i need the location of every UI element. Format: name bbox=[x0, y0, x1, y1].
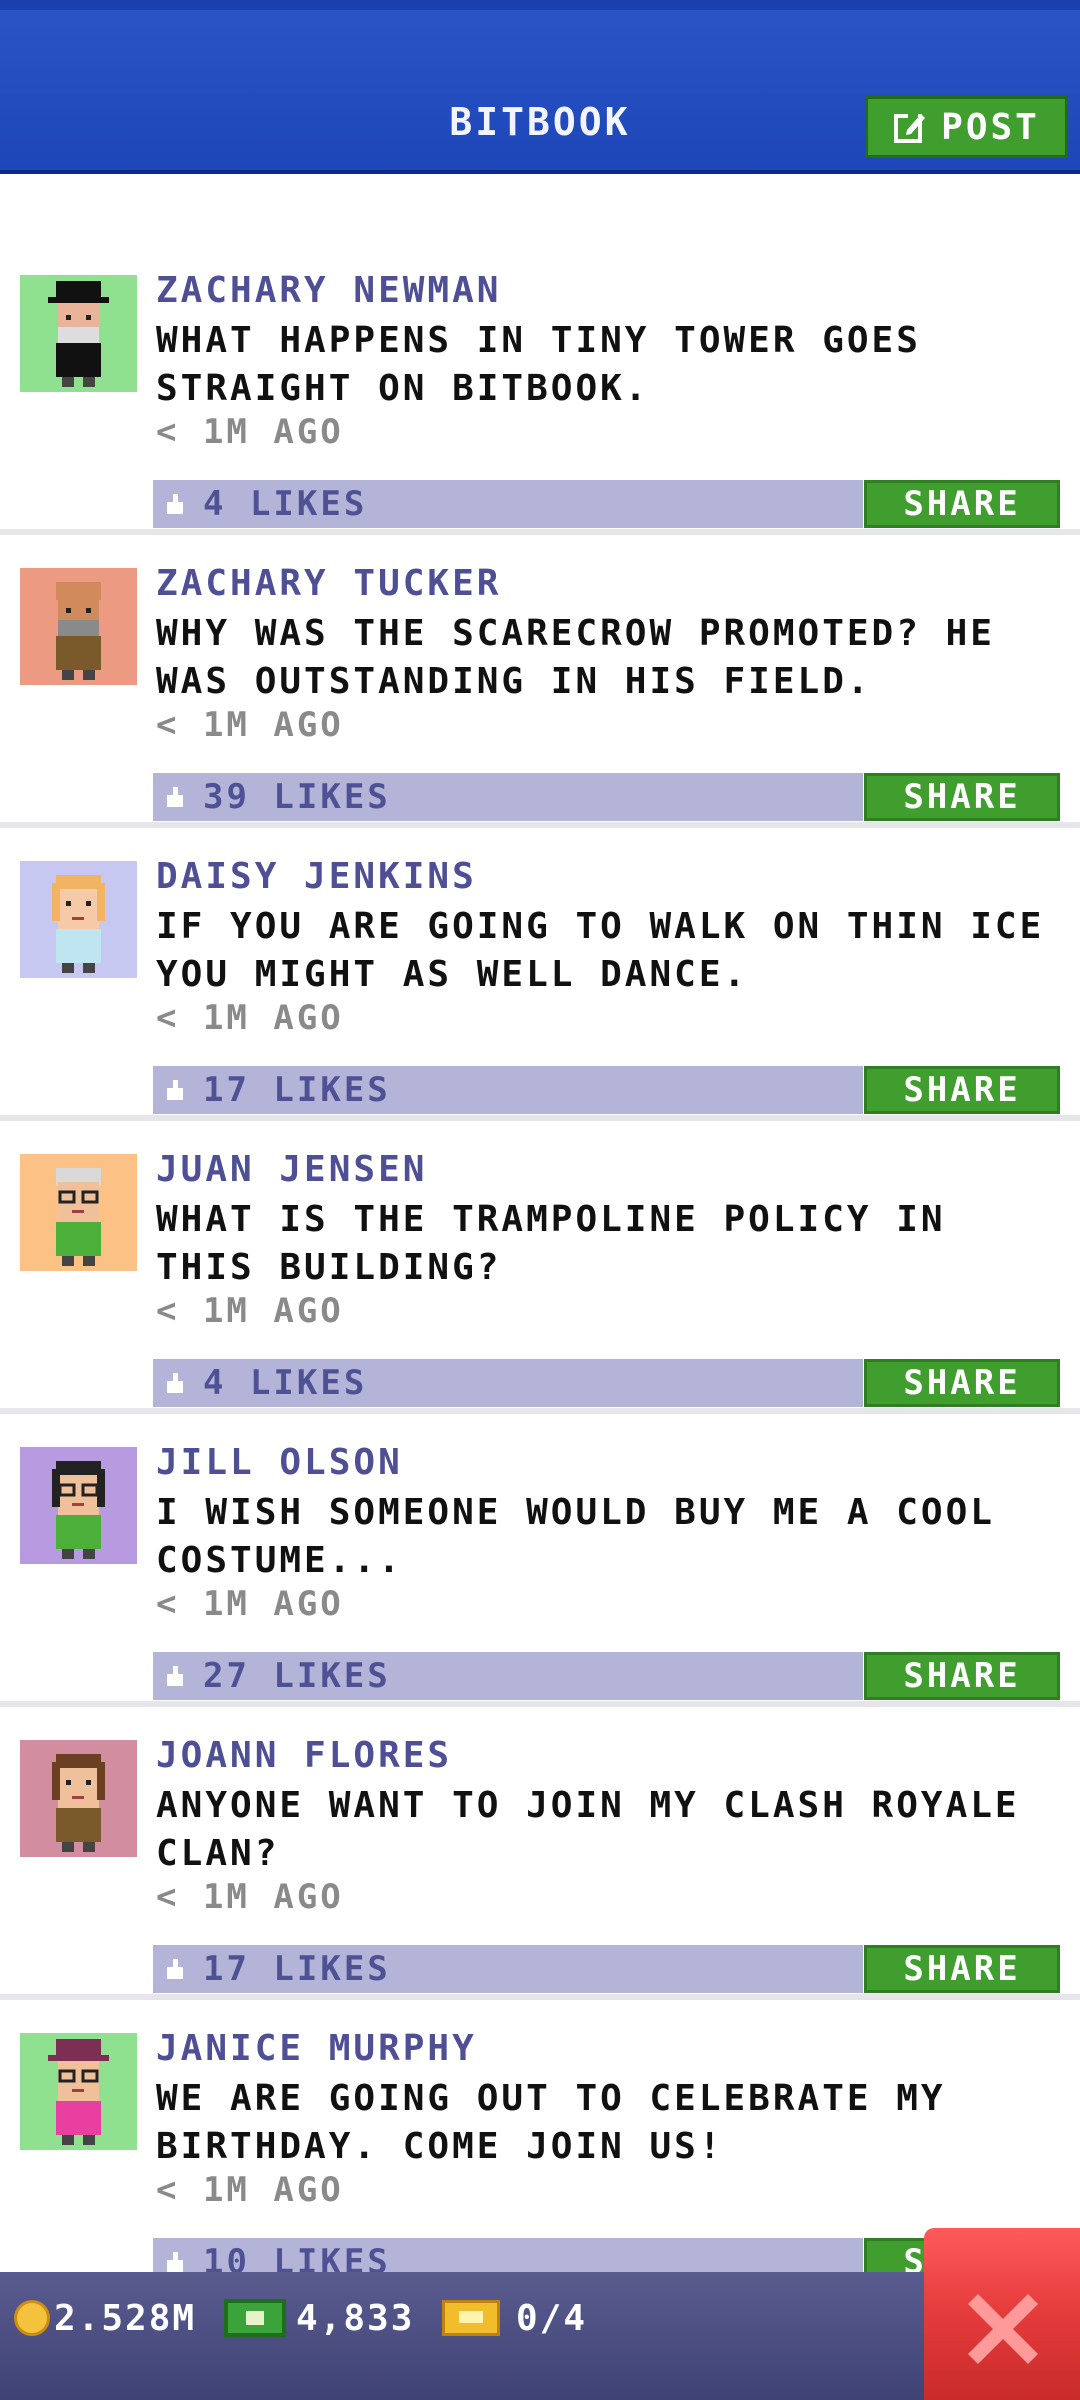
feed-list[interactable]: ZACHARY NEWMAN WHAT HAPPENS IN TINY TOWE… bbox=[0, 242, 1080, 2293]
coins-value: 2.528M bbox=[54, 2297, 197, 2339]
likes-bar[interactable]: 4 LIKES bbox=[153, 480, 863, 528]
share-button[interactable]: SHARE bbox=[864, 1066, 1060, 1114]
avatar[interactable] bbox=[20, 861, 137, 978]
post-text: WHAT IS THE TRAMPOLINE POLICY IN THIS BU… bbox=[156, 1199, 946, 1288]
feed-post: JOANN FLORES ANYONE WANT TO JOIN MY CLAS… bbox=[0, 1707, 1080, 2000]
likes-bar[interactable]: 39 LIKES bbox=[153, 773, 863, 821]
edit-icon bbox=[894, 112, 926, 143]
poster-name[interactable]: ZACHARY TUCKER bbox=[156, 563, 501, 604]
feed-post: DAISY JENKINS IF YOU ARE GOING TO WALK O… bbox=[0, 828, 1080, 1121]
likes-bar[interactable]: 4 LIKES bbox=[153, 1359, 863, 1407]
ticket-icon bbox=[442, 2300, 500, 2336]
likes-count: 27 LIKES bbox=[203, 1656, 391, 1696]
poster-name[interactable]: JANICE MURPHY bbox=[156, 2028, 477, 2069]
post-time: < 1M AGO bbox=[156, 1877, 344, 1917]
post-time: < 1M AGO bbox=[156, 2170, 344, 2210]
avatar[interactable] bbox=[20, 1154, 137, 1271]
thumb-up-icon bbox=[167, 1959, 183, 1979]
thumb-up-icon bbox=[167, 1666, 183, 1686]
likes-bar[interactable]: 17 LIKES bbox=[153, 1066, 863, 1114]
post-time: < 1M AGO bbox=[156, 1584, 344, 1624]
post-button[interactable]: POST bbox=[865, 96, 1068, 158]
share-button[interactable]: SHARE bbox=[864, 480, 1060, 528]
share-button[interactable]: SHARE bbox=[864, 773, 1060, 821]
post-time: < 1M AGO bbox=[156, 998, 344, 1038]
share-button[interactable]: SHARE bbox=[864, 1652, 1060, 1700]
coin-icon bbox=[14, 2300, 50, 2336]
feed-post: JILL OLSON I WISH SOMEONE WOULD BUY ME A… bbox=[0, 1414, 1080, 1707]
avatar[interactable] bbox=[20, 275, 137, 392]
feed-post: JANICE MURPHY WE ARE GOING OUT TO CELEBR… bbox=[0, 2000, 1080, 2293]
header-bar: BITBOOK POST bbox=[0, 0, 1080, 174]
tickets-value: 0/4 bbox=[516, 2297, 588, 2339]
share-button[interactable]: SHARE bbox=[864, 1359, 1060, 1407]
post-text: I WISH SOMEONE WOULD BUY ME A COOL COSTU… bbox=[156, 1492, 995, 1581]
avatar[interactable] bbox=[20, 2033, 137, 2150]
post-text: WHY WAS THE SCARECROW PROMOTED? HE WAS O… bbox=[156, 613, 995, 702]
thumb-up-icon bbox=[167, 787, 183, 807]
share-button[interactable]: SHARE bbox=[864, 1945, 1060, 1993]
thumb-up-icon bbox=[167, 2252, 183, 2272]
thumb-up-icon bbox=[167, 1080, 183, 1100]
poster-name[interactable]: JOANN FLORES bbox=[156, 1735, 452, 1776]
bux-stat[interactable]: 4,833 bbox=[224, 2294, 414, 2342]
post-button-label: POST bbox=[941, 106, 1040, 148]
post-text: WHAT HAPPENS IN TINY TOWER GOES STRAIGHT… bbox=[156, 320, 921, 409]
post-time: < 1M AGO bbox=[156, 705, 344, 745]
feed-post: ZACHARY TUCKER WHY WAS THE SCARECROW PRO… bbox=[0, 535, 1080, 828]
poster-name[interactable]: ZACHARY NEWMAN bbox=[156, 270, 501, 311]
avatar[interactable] bbox=[20, 1740, 137, 1857]
poster-name[interactable]: JUAN JENSEN bbox=[156, 1149, 427, 1190]
post-time: < 1M AGO bbox=[156, 1291, 344, 1331]
likes-count: 4 LIKES bbox=[203, 484, 368, 524]
likes-count: 17 LIKES bbox=[203, 1949, 391, 1989]
feed-post: JUAN JENSEN WHAT IS THE TRAMPOLINE POLIC… bbox=[0, 1121, 1080, 1414]
close-button[interactable] bbox=[924, 2228, 1080, 2400]
poster-name[interactable]: DAISY JENKINS bbox=[156, 856, 477, 897]
close-icon bbox=[968, 2294, 1038, 2364]
likes-bar[interactable]: 17 LIKES bbox=[153, 1945, 863, 1993]
coins-stat: 2.528M bbox=[14, 2294, 196, 2342]
bux-value: 4,833 bbox=[296, 2297, 415, 2339]
tickets-stat: 0/4 bbox=[442, 2294, 587, 2342]
avatar[interactable] bbox=[20, 1447, 137, 1564]
avatar[interactable] bbox=[20, 568, 137, 685]
likes-count: 39 LIKES bbox=[203, 777, 391, 817]
likes-count: 4 LIKES bbox=[203, 1363, 368, 1403]
post-text: IF YOU ARE GOING TO WALK ON THIN ICE YOU… bbox=[156, 906, 1045, 995]
feed-post: ZACHARY NEWMAN WHAT HAPPENS IN TINY TOWE… bbox=[0, 242, 1080, 535]
thumb-up-icon bbox=[167, 494, 183, 514]
footer-bar: 2.528M 4,833 0/4 bbox=[0, 2272, 1080, 2400]
post-time: < 1M AGO bbox=[156, 412, 344, 452]
thumb-up-icon bbox=[167, 1373, 183, 1393]
post-text: ANYONE WANT TO JOIN MY CLASH ROYALE CLAN… bbox=[156, 1785, 1020, 1874]
post-text: WE ARE GOING OUT TO CELEBRATE MY BIRTHDA… bbox=[156, 2078, 946, 2167]
likes-count: 17 LIKES bbox=[203, 1070, 391, 1110]
poster-name[interactable]: JILL OLSON bbox=[156, 1442, 403, 1483]
bux-icon bbox=[224, 2299, 286, 2337]
likes-bar[interactable]: 27 LIKES bbox=[153, 1652, 863, 1700]
